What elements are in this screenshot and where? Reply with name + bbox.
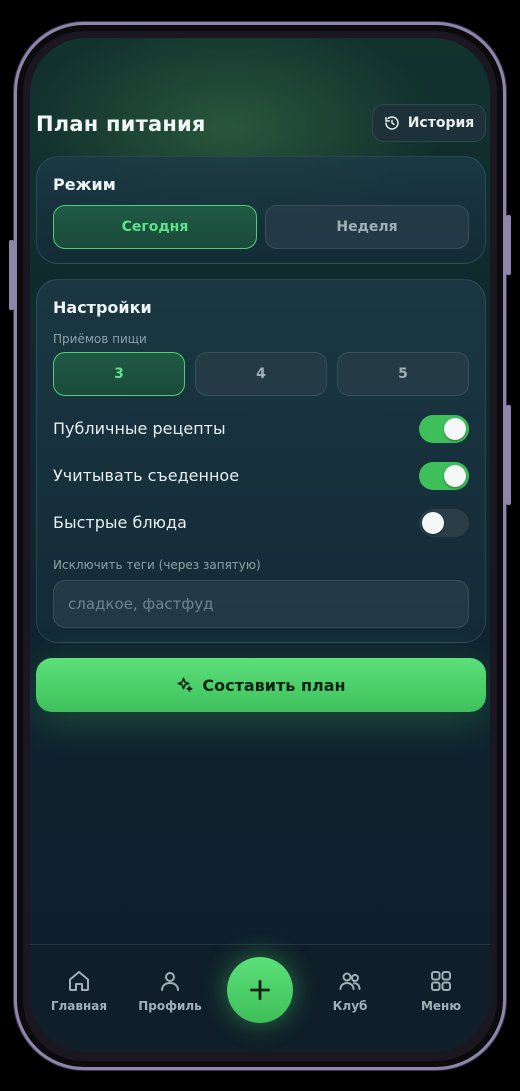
- compose-plan-label: Составить план: [202, 675, 346, 695]
- phone-side-button: [9, 240, 14, 310]
- tab-home-label: Главная: [50, 999, 108, 1013]
- quick-meals-toggle[interactable]: [419, 509, 469, 537]
- home-icon: [69, 971, 89, 991]
- tab-club[interactable]: Клуб: [315, 969, 385, 1013]
- tab-menu-label: Меню: [420, 999, 462, 1013]
- tab-menu[interactable]: Меню: [406, 969, 476, 1013]
- history-button[interactable]: История: [372, 104, 486, 142]
- grid-icon: [431, 971, 451, 991]
- plus-icon: [249, 979, 271, 1001]
- toggle-label-quick-meals: Быстрые блюда: [53, 513, 187, 532]
- toggle-knob: [444, 465, 466, 487]
- meal-option-4[interactable]: 4: [195, 352, 327, 396]
- meals-label: Приёмов пищи: [53, 332, 147, 346]
- toggle-knob: [422, 512, 444, 534]
- toggle-label-count-eaten: Учитывать съеденное: [53, 466, 240, 485]
- users-icon: [339, 972, 361, 990]
- mode-option-today[interactable]: Сегодня: [53, 205, 257, 249]
- exclude-tags-input[interactable]: [53, 580, 469, 628]
- toggle-knob: [444, 418, 466, 440]
- public-recipes-toggle[interactable]: [419, 415, 469, 443]
- add-button[interactable]: [227, 957, 293, 1023]
- history-icon: [384, 116, 399, 130]
- toggle-label-public-recipes: Публичные рецепты: [53, 419, 226, 438]
- meal-option-3[interactable]: 3: [53, 352, 185, 396]
- meal-option-5[interactable]: 5: [337, 352, 469, 396]
- exclude-tags-label: Исключить теги (через запятую): [53, 558, 261, 572]
- mode-card: Режим Сегодня Неделя: [36, 156, 486, 264]
- tab-profile-label: Профиль: [138, 999, 202, 1013]
- user-icon: [161, 972, 179, 991]
- settings-card: Настройки Приёмов пищи 3 4 5 Публичные р…: [36, 279, 486, 643]
- compose-plan-button[interactable]: Составить план: [36, 658, 486, 712]
- page-title: План питания: [36, 112, 206, 136]
- tab-club-label: Клуб: [332, 999, 368, 1013]
- sparkle-icon: [177, 677, 193, 692]
- phone-side-button: [506, 405, 511, 505]
- count-eaten-toggle[interactable]: [419, 462, 469, 490]
- header: План питания История: [30, 104, 490, 148]
- phone-side-button: [506, 215, 511, 275]
- settings-title: Настройки: [53, 298, 152, 317]
- mode-option-week[interactable]: Неделя: [265, 205, 469, 249]
- tab-profile[interactable]: Профиль: [135, 969, 205, 1013]
- tab-home[interactable]: Главная: [44, 969, 114, 1013]
- bottom-tab-bar: Главная Профиль Клуб Меню: [30, 944, 490, 1052]
- app-screen: План питания История Режим Сегодня Недел…: [30, 38, 490, 1052]
- mode-title: Режим: [53, 175, 116, 194]
- history-label: История: [407, 115, 475, 131]
